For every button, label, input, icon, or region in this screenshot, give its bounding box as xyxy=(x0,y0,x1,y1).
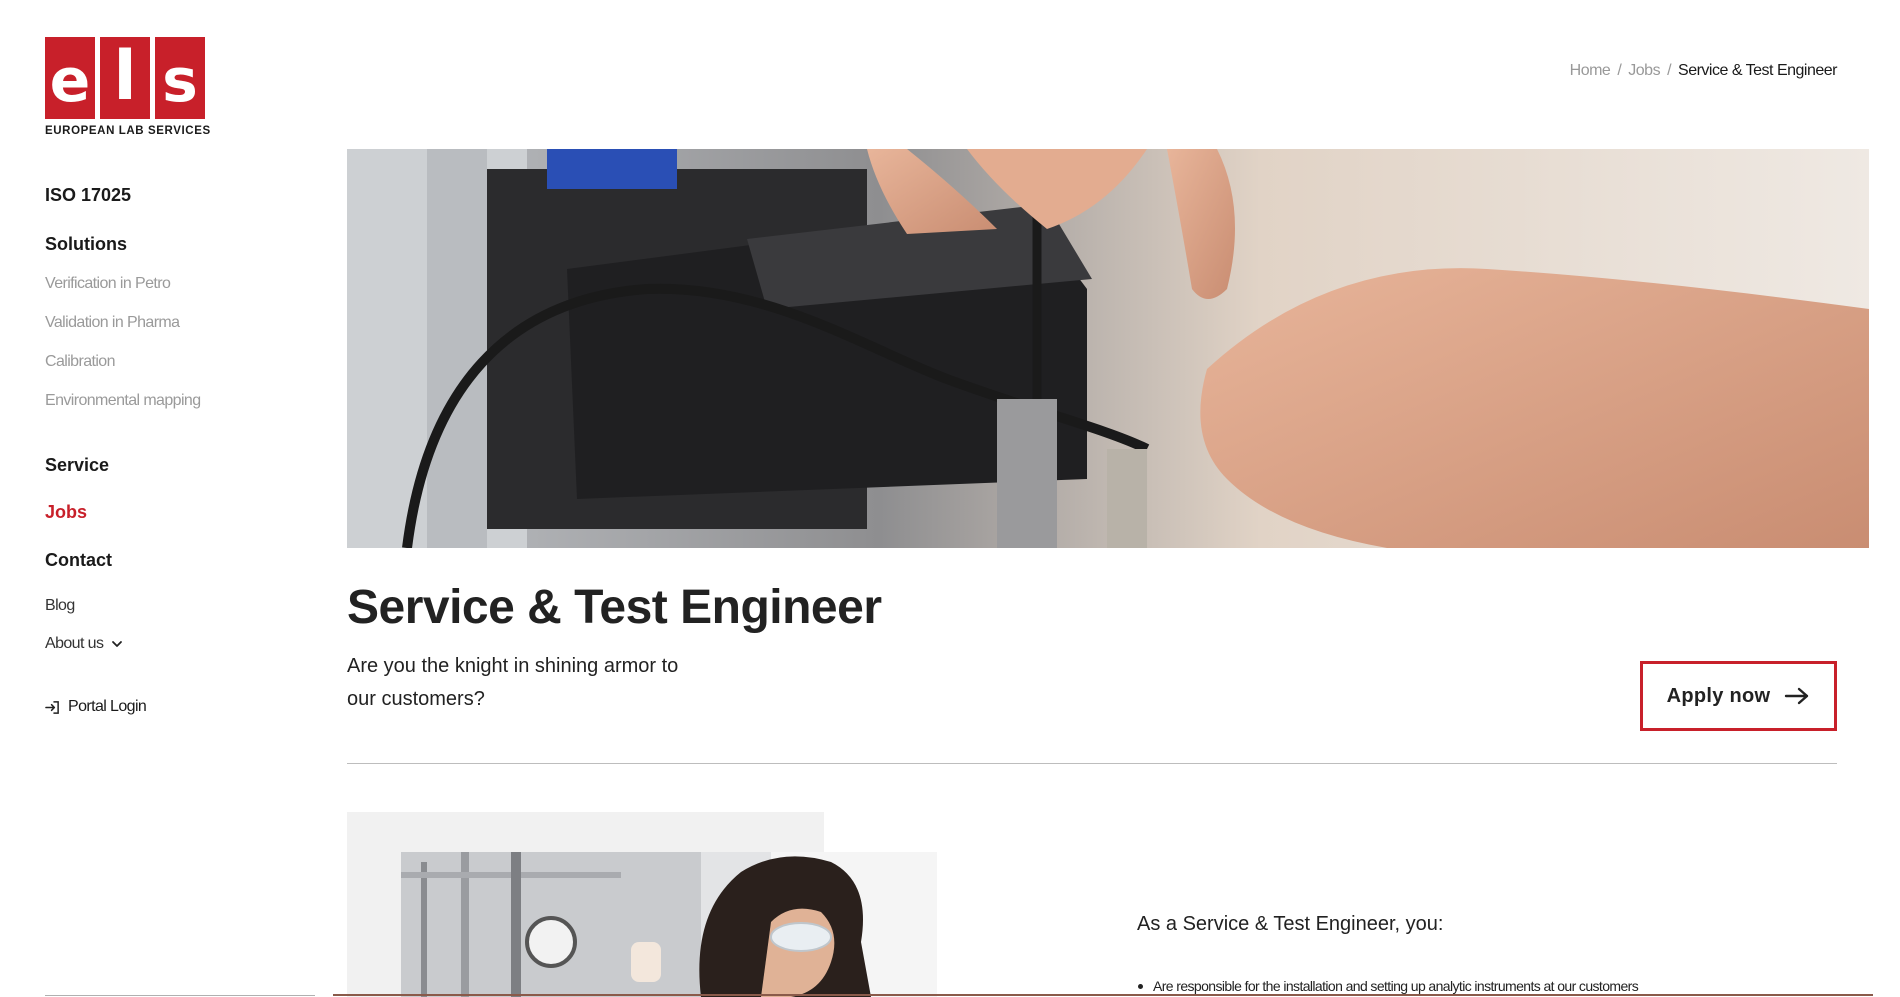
lab-worker-image xyxy=(401,852,937,997)
login-icon xyxy=(45,700,59,714)
footer-rule xyxy=(333,994,1873,996)
logo-subtitle: EUROPEAN LAB SERVICES xyxy=(45,125,211,137)
chevron-down-icon xyxy=(112,641,123,647)
logo-letter: l xyxy=(100,37,150,119)
nav-item-iso[interactable]: ISO 17025 xyxy=(45,185,131,206)
lab-worker-illustration xyxy=(401,852,937,997)
nav-item-blog[interactable]: Blog xyxy=(45,597,75,615)
nav-blog-label: Blog xyxy=(45,597,75,614)
hero-illustration xyxy=(347,149,1869,548)
apply-now-button[interactable]: Apply now xyxy=(1640,661,1837,731)
responsibilities-intro: As a Service & Test Engineer, you: xyxy=(1137,913,1444,935)
hero-image xyxy=(347,149,1869,548)
nav-item-solutions[interactable]: Solutions xyxy=(45,234,127,255)
nav-item-about[interactable]: About us xyxy=(45,635,123,653)
logo-mark: e l s xyxy=(45,37,207,119)
responsibilities-list: Are responsible for the installation and… xyxy=(1137,978,1837,994)
portal-login-label: Portal Login xyxy=(68,698,147,715)
nav-subitem-petro[interactable]: Verification in Petro xyxy=(45,275,171,293)
nav-about-label: About us xyxy=(45,635,104,652)
company-logo[interactable]: e l s EUROPEAN LAB SERVICES xyxy=(45,37,211,137)
nav-item-contact[interactable]: Contact xyxy=(45,550,112,571)
nav-subitem-pharma[interactable]: Validation in Pharma xyxy=(45,314,180,332)
list-item: Are responsible for the installation and… xyxy=(1137,978,1837,994)
section-divider xyxy=(347,763,1837,764)
breadcrumb-jobs[interactable]: Jobs xyxy=(1628,62,1660,80)
breadcrumb-current: Service & Test Engineer xyxy=(1678,62,1837,79)
nav-subitem-mapping[interactable]: Environmental mapping xyxy=(45,392,201,410)
breadcrumb: Home / Jobs / Service & Test Engineer xyxy=(1570,62,1838,80)
nav-subitem-calibration[interactable]: Calibration xyxy=(45,353,115,371)
portal-login-link[interactable]: Portal Login xyxy=(45,698,147,716)
breadcrumb-home[interactable]: Home xyxy=(1570,62,1611,80)
breadcrumb-separator: / xyxy=(1667,62,1672,79)
nav-item-service[interactable]: Service xyxy=(45,455,109,476)
logo-letter: s xyxy=(155,37,205,119)
logo-letter: e xyxy=(45,37,95,119)
page-title: Service & Test Engineer xyxy=(347,581,882,634)
job-subtitle: Are you the knight in shining armor to o… xyxy=(347,655,679,710)
arrow-right-icon xyxy=(1785,687,1809,705)
breadcrumb-separator: / xyxy=(1617,62,1622,79)
nav-item-jobs[interactable]: Jobs xyxy=(45,502,87,523)
apply-now-label: Apply now xyxy=(1666,684,1771,707)
footer-rule-left xyxy=(45,995,315,996)
